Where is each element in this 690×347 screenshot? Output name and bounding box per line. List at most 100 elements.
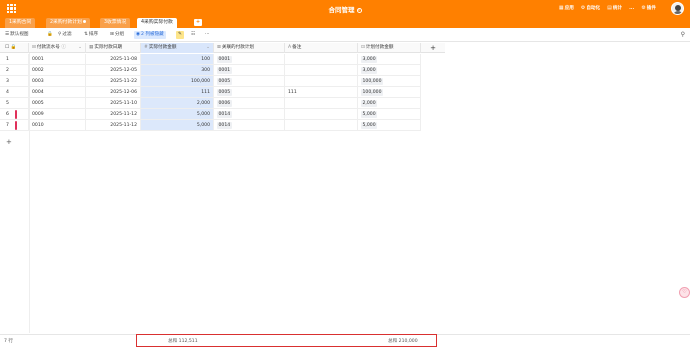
top-action-app[interactable]: ▦ 应用 [559,5,574,11]
cell-id[interactable]: 0009 [29,109,86,120]
info-icon[interactable]: i [356,7,362,13]
row-height-button[interactable]: ☷ [191,31,196,39]
tab-3[interactable]: 3收票情况 [100,18,131,28]
cell-amount-value: 300 [201,68,210,73]
cell-id[interactable]: 0004 [29,87,86,98]
cell-plan[interactable]: 0001 [214,54,285,65]
col-header-2[interactable]: #实际付款金额 ⌄ [141,43,214,53]
cell-id[interactable]: 0010 [29,120,86,131]
cell-plan-amount[interactable]: 5,000 [358,109,421,120]
cell-plan[interactable]: 0005 [214,76,285,87]
cell-date[interactable]: 2025-11-22 [86,76,141,87]
cell-plan[interactable]: 0005 [214,87,285,98]
cell-plan[interactable]: 0014 [214,109,285,120]
search-icon[interactable]: ⚲ [681,31,685,38]
cell-date-value: 2025-11-12 [110,123,137,128]
col-header-0[interactable]: ⊟付款流水号 ⓘ ⌄ [29,43,86,53]
cell-plan-value: 0014 [217,122,232,129]
row-number[interactable]: 5 [0,98,29,109]
column-divider [29,53,30,333]
table-row[interactable]: 6 0009 2025-11-12 5,000 0014 5,000 [0,109,433,120]
cell-amount[interactable]: 100,000 [141,76,214,87]
cell-date[interactable]: 2025-12-06 [86,87,141,98]
row-number[interactable]: 3 [0,76,29,87]
more-icon: ··· [205,32,210,37]
cell-plan[interactable]: 0001 [214,65,285,76]
tab-2[interactable]: 2采购付款计划 [46,18,90,28]
row-number[interactable]: 2 [0,65,29,76]
cell-date[interactable]: 2025-11-12 [86,120,141,131]
add-column-button[interactable]: + [421,43,445,53]
cell-plan-amount-value: 3,000 [361,56,378,63]
avatar[interactable] [671,2,684,15]
filter-button[interactable]: ⚲过滤 [58,31,72,39]
cell-plan-amount[interactable]: 3,000 [358,54,421,65]
cell-plan[interactable]: 0014 [214,120,285,131]
highlight-button[interactable]: ✎ [176,31,184,39]
cell-amount[interactable]: 111 [141,87,214,98]
lock-button[interactable]: 🔒 [47,31,54,39]
table-row[interactable]: 1 0001 2025-11-08 100 0001 3,000 [0,54,433,65]
tab-4[interactable]: 4采购实际付款 [137,18,177,28]
col-header-3[interactable]: ⊠关联的付款计划 [214,43,285,53]
table-row[interactable]: 4 0004 2025-12-06 111 0005 111 100,000 [0,87,433,98]
top-actions: ▦ 应用 ⚙ 自动化 ▤ 统计 ... ⚙ 插件 [559,5,656,11]
row-number[interactable]: 1 [0,54,29,65]
cell-id-value: 0005 [32,101,44,106]
cell-id[interactable]: 0003 [29,76,86,87]
col-header-5[interactable]: ⊡计划付款金额 [358,43,421,53]
add-tab-button[interactable]: + [194,19,202,26]
cell-plan-amount[interactable]: 100,000 [358,87,421,98]
tab-label: 4采购实际付款 [141,20,173,25]
row-number[interactable]: 4 [0,87,29,98]
table-row[interactable]: 3 0003 2025-11-22 100,000 0005 100,000 [0,76,433,87]
cell-date[interactable]: 2025-11-08 [86,54,141,65]
cell-note[interactable] [285,65,358,76]
more-button[interactable]: ··· [205,31,209,39]
cell-note[interactable]: 111 [285,87,358,98]
cell-amount[interactable]: 5,000 [141,109,214,120]
cell-note[interactable] [285,98,358,109]
cell-amount[interactable]: 100 [141,54,214,65]
cell-id[interactable]: 0005 [29,98,86,109]
cell-id[interactable]: 0002 [29,65,86,76]
group-icon: ⊞ [110,32,114,37]
cell-note[interactable] [285,76,358,87]
cell-date[interactable]: 2025-11-12 [86,109,141,120]
top-action-automation[interactable]: ⚙ 自动化 [581,5,600,11]
cell-note[interactable] [285,120,358,131]
cell-plan-amount[interactable]: 3,000 [358,65,421,76]
table-row[interactable]: 7 0010 2025-11-12 5,000 0014 5,000 [0,120,433,131]
hidden-columns-button[interactable]: ◉2 列被隐藏 [134,31,166,39]
cell-amount[interactable]: 300 [141,65,214,76]
cell-note[interactable] [285,54,358,65]
select-all-checkbox[interactable]: ☐ 🔒 [0,43,29,53]
cell-plan[interactable]: 0006 [214,98,285,109]
cell-id[interactable]: 0001 [29,54,86,65]
cell-note[interactable] [285,109,358,120]
cell-plan-amount[interactable]: 100,000 [358,76,421,87]
cell-amount[interactable]: 2,000 [141,98,214,109]
top-action-more[interactable]: ... [629,5,634,11]
col-header-4[interactable]: A备注 [285,43,358,53]
cell-date[interactable]: 2025-11-10 [86,98,141,109]
cell-date[interactable]: 2025-12-05 [86,65,141,76]
group-button[interactable]: ⊞分组 [110,31,124,39]
lock-icon: 🔒 [10,45,17,50]
table-row[interactable]: 2 0002 2025-12-05 300 0001 3,000 [0,65,433,76]
table-row[interactable]: 5 0005 2025-11-10 2,000 0006 2,000 [0,98,433,109]
feedback-icon[interactable]: ♡ [679,287,690,298]
col-header-1[interactable]: ▦实际付款日期 [86,43,141,53]
top-action-stats[interactable]: ▤ 统计 [607,5,622,11]
cell-amount[interactable]: 5,000 [141,120,214,131]
cell-plan-amount[interactable]: 2,000 [358,98,421,109]
row-number-value: 1 [6,57,9,62]
sort-button[interactable]: ⇅排序 [84,31,98,39]
cell-plan-amount[interactable]: 5,000 [358,120,421,131]
tab-1[interactable]: 1采购合同 [5,18,36,28]
add-row-button[interactable]: + [6,138,12,146]
view-button[interactable]: ☰默认视图 [5,31,29,39]
top-action-plugins[interactable]: ⚙ 插件 [641,5,656,11]
cell-plan-amount-value: 5,000 [361,111,378,118]
cell-date-value: 2025-12-06 [110,90,137,95]
